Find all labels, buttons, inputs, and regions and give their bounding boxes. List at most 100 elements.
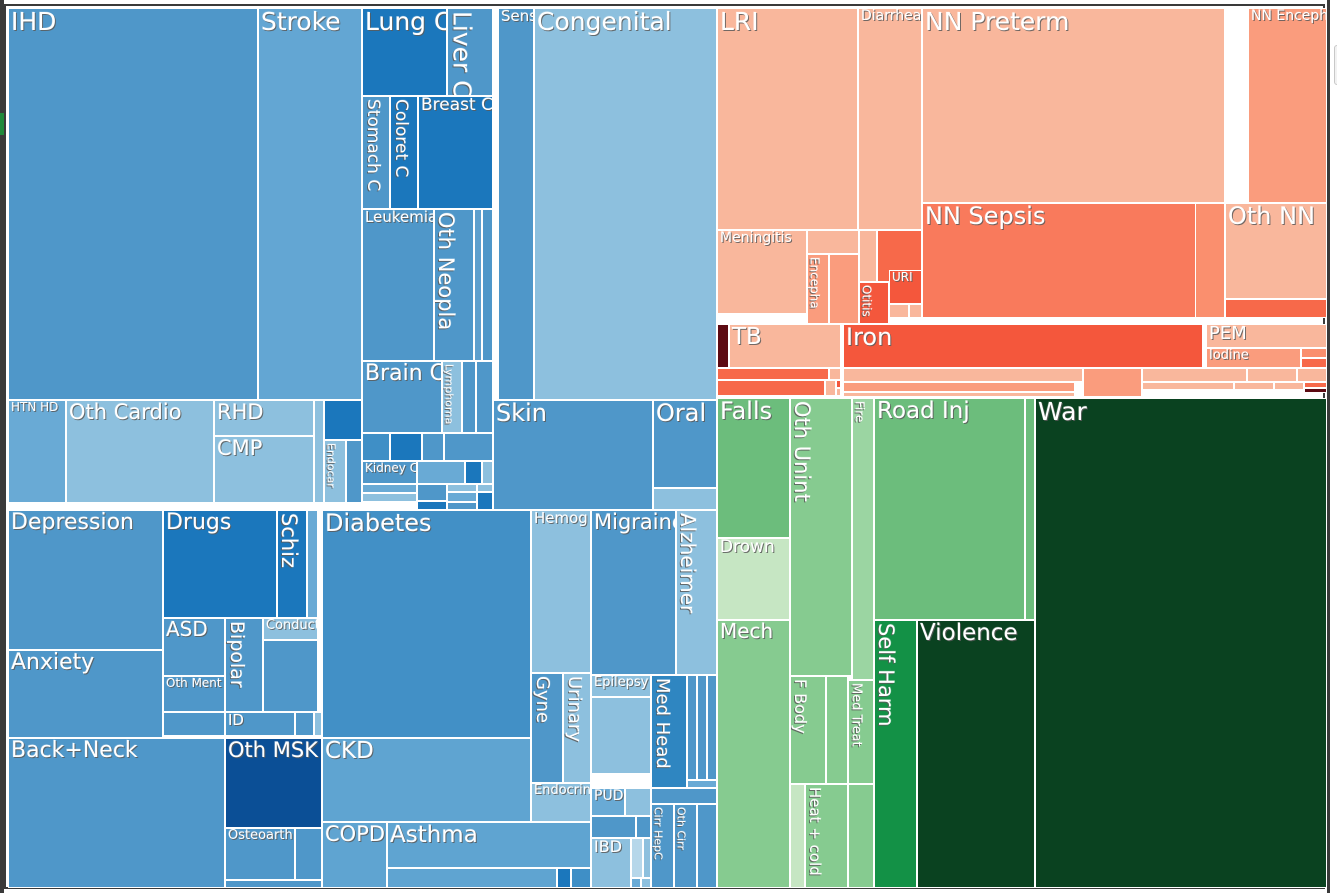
treemap-cell-uri[interactable]: URI: [889, 270, 922, 304]
treemap-cell-htn-hd[interactable]: HTN HD: [8, 400, 66, 503]
treemap-cell-canc-r1a[interactable]: [362, 433, 390, 461]
treemap-cell-cardio-thin[interactable]: [314, 400, 324, 503]
treemap-cell-inf-c1[interactable]: [859, 230, 877, 282]
treemap-cell-canc-r3b[interactable]: [417, 484, 447, 501]
treemap-cell-congenital[interactable]: Congenital: [534, 8, 717, 400]
treemap-cell-oth-cirr[interactable]: Oth Cirr: [674, 804, 697, 888]
treemap-cell-canc-r1c[interactable]: [422, 433, 444, 461]
treemap-cell-nn-strip[interactable]: [1225, 299, 1327, 318]
treemap-cell-iod-b[interactable]: [1301, 348, 1327, 358]
treemap-cell-schiz[interactable]: Schiz: [277, 510, 307, 618]
treemap-cell-neuro-t1[interactable]: [687, 675, 697, 780]
treemap-cell-ibd-d[interactable]: [631, 878, 641, 888]
treemap-cell-iod-c[interactable]: [1301, 358, 1327, 368]
treemap-cell-epilepsy[interactable]: Epilepsy: [591, 675, 651, 697]
treemap-cell-conduct-sub[interactable]: [263, 640, 318, 712]
treemap-cell-nn-preterm[interactable]: NN Preterm: [922, 8, 1225, 203]
treemap-cell-anxiety[interactable]: Anxiety: [8, 650, 163, 738]
treemap-cell-nut-r1a[interactable]: [717, 368, 829, 380]
treemap-cell-med-treat[interactable]: Med Treat: [848, 680, 874, 784]
treemap-cell-neuro-t3[interactable]: [707, 675, 717, 780]
treemap-cell-canc-r2c[interactable]: [465, 461, 482, 484]
treemap-cell-depression[interactable]: Depression: [8, 510, 163, 650]
treemap-cell-canc-r3a[interactable]: [362, 484, 417, 493]
treemap-cell-bipolar[interactable]: Bipolar: [225, 618, 263, 712]
treemap-cell-nut-r2c[interactable]: [836, 380, 841, 388]
treemap-cell-lymphoma[interactable]: Lymphoma: [442, 361, 462, 433]
treemap-cell-road-inj[interactable]: Road Inj: [874, 398, 1025, 620]
treemap-cell-road-thin[interactable]: [1025, 398, 1035, 620]
treemap-cell-oth-msk[interactable]: Oth MSK: [225, 738, 322, 828]
treemap-cell-kidney-c[interactable]: Kidney C: [362, 461, 417, 484]
treemap-cell-nut-r2d[interactable]: [836, 388, 841, 396]
treemap-cell-ment-thin[interactable]: [163, 712, 225, 736]
treemap-cell-drown[interactable]: Drown: [717, 538, 790, 620]
treemap-cell-schiz-thin[interactable]: [307, 510, 318, 618]
treemap-cell-oral-sub[interactable]: [653, 488, 717, 510]
treemap-cell-skin[interactable]: Skin: [493, 400, 653, 510]
treemap-cell-uri-c[interactable]: [909, 304, 922, 318]
treemap-cell-nut-r4b[interactable]: [1234, 382, 1274, 390]
treemap-cell-nn-enceph[interactable]: NN Enceph: [1248, 8, 1327, 203]
treemap-cell-ibd-b[interactable]: [631, 838, 643, 878]
treemap-cell-canc-r5[interactable]: [447, 502, 477, 510]
treemap-cell-tb-dark[interactable]: [717, 324, 729, 368]
treemap-cell-stroke[interactable]: Stroke: [258, 8, 362, 400]
treemap-cell-tb[interactable]: TB: [729, 324, 841, 368]
treemap-cell-encepha[interactable]: Encepha: [807, 254, 829, 324]
treemap-cell-leukemia[interactable]: Leukemia: [362, 209, 434, 361]
treemap-cell-cmp[interactable]: CMP: [214, 436, 314, 503]
treemap-cell-lymph-c[interactable]: [476, 361, 493, 433]
treemap-cell-migraine[interactable]: Migraine: [591, 510, 676, 675]
treemap-cell-nut-r2a[interactable]: [717, 380, 825, 396]
treemap-cell-canc-r3d[interactable]: [477, 484, 493, 492]
treemap-cell-ibd-e[interactable]: [641, 878, 651, 888]
treemap-cell-drugs[interactable]: Drugs: [163, 510, 277, 618]
treemap-cell-heat-r[interactable]: [848, 784, 874, 888]
treemap-cell-med-head[interactable]: Med Head: [651, 675, 687, 788]
treemap-cell-canc-r4b[interactable]: [417, 501, 447, 510]
treemap-cell-oth-ment[interactable]: Oth Ment: [163, 676, 225, 712]
treemap-cell-pud[interactable]: PUD: [591, 788, 625, 816]
treemap-cell-epi-sub[interactable]: [591, 697, 651, 774]
treemap-cell-ibd[interactable]: IBD: [591, 838, 631, 888]
treemap-cell-canc-r2b[interactable]: [417, 461, 465, 484]
treemap-cell-nn-sepsis[interactable]: NN Sepsis: [922, 203, 1225, 318]
treemap-cell-neuro-t4[interactable]: [687, 780, 717, 788]
treemap-cell-asd[interactable]: ASD: [163, 618, 225, 676]
treemap-cell-oth-unint[interactable]: Oth Unint: [790, 398, 852, 676]
treemap-cell-brain-c[interactable]: Brain C: [362, 361, 442, 433]
treemap-cell-lymph-b[interactable]: [462, 361, 476, 433]
treemap-cell-oral[interactable]: Oral: [653, 400, 717, 488]
treemap-cell-fb-b[interactable]: [826, 676, 848, 784]
treemap-cell-meningitis[interactable]: Meningitis: [717, 230, 807, 314]
treemap-cell-oth-cardio[interactable]: Oth Cardio: [66, 400, 214, 503]
treemap-cell-gyne[interactable]: Gyne: [531, 673, 563, 783]
treemap-cell-resp-c[interactable]: [571, 868, 591, 888]
treemap-cell-war[interactable]: War: [1035, 398, 1327, 888]
treemap-cell-asthma[interactable]: Asthma: [387, 822, 591, 868]
treemap-cell-nut-r3a[interactable]: [1142, 368, 1247, 382]
treemap-cell-resp-a[interactable]: [387, 868, 557, 888]
treemap-cell-copd[interactable]: COPD: [322, 822, 387, 888]
treemap-cell-hemog[interactable]: Hemog: [531, 510, 591, 673]
treemap-cell-stomach-c[interactable]: Stomach C: [362, 96, 390, 209]
treemap-cell-nut-m1[interactable]: [843, 368, 1083, 382]
treemap-cell-msk-c[interactable]: [225, 880, 322, 888]
treemap-cell-canc-r4d[interactable]: [477, 492, 493, 510]
treemap-cell-rhd[interactable]: RHD: [214, 400, 314, 436]
treemap-cell-neuro-t2[interactable]: [697, 675, 707, 780]
treemap-cell-conduct[interactable]: Conduct: [263, 618, 318, 640]
treemap-cell-cirr-hepc[interactable]: Cirr HepC: [651, 804, 674, 888]
treemap-cell-coloret-c[interactable]: Coloret C: [390, 96, 418, 209]
treemap-cell-pud-b[interactable]: [625, 788, 651, 816]
treemap-cell-cardio-top[interactable]: [324, 400, 362, 440]
treemap-cell-back-neck[interactable]: Back+Neck: [8, 738, 225, 888]
treemap-cell-cirr-top[interactable]: [651, 788, 717, 804]
treemap-cell-cardio-rt[interactable]: [346, 440, 362, 503]
treemap-cell-iron[interactable]: Iron: [843, 324, 1203, 368]
treemap-cell-alzheimer[interactable]: Alzheimer: [676, 510, 717, 675]
treemap-cell-mech[interactable]: Mech: [717, 620, 790, 888]
treemap-cell-falls[interactable]: Falls: [717, 398, 790, 538]
treemap-cell-nut-r4a[interactable]: [1142, 382, 1234, 390]
